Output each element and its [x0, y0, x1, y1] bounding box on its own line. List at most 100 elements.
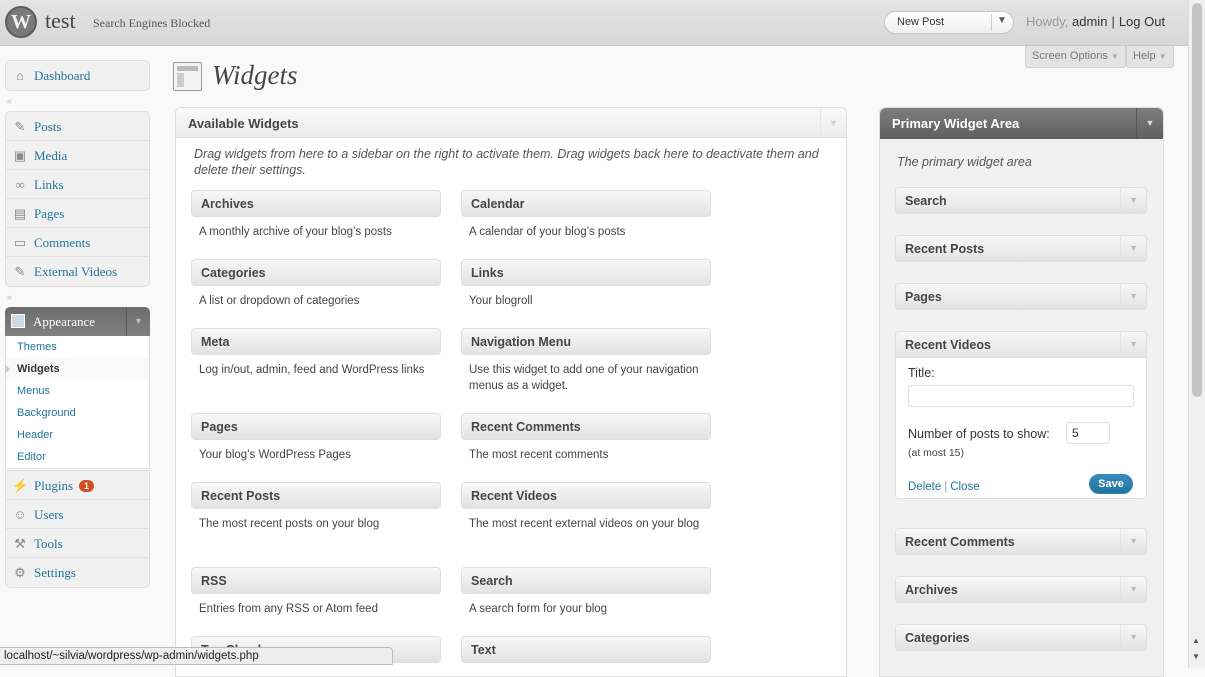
widget-title[interactable]: Recent Videos	[461, 482, 711, 509]
submenu-item-background[interactable]: Background	[6, 402, 149, 424]
widget-toggle-icon[interactable]: ▼	[1120, 188, 1146, 213]
widget-toggle-icon[interactable]: ▼	[1120, 332, 1146, 357]
widget-toggle-icon[interactable]: ▼	[1120, 284, 1146, 309]
site-title[interactable]: test	[45, 8, 76, 34]
submenu-toggle-icon[interactable]: ▼	[126, 307, 150, 336]
menu-item-appearance[interactable]: Appearance ▼	[5, 307, 150, 336]
widget-title[interactable]: Meta	[191, 328, 441, 355]
widget-meta[interactable]: Meta Log in/out, admin, feed and WordPre…	[191, 328, 441, 378]
scroll-down-arrow-icon[interactable]: ▼	[1192, 652, 1200, 661]
widget-description: Your blogroll	[469, 295, 533, 307]
menu-collapse-icon[interactable]: «	[7, 292, 12, 302]
delete-link[interactable]: Delete	[908, 481, 941, 493]
widget-title[interactable]: Archives	[191, 190, 441, 217]
widget-archives[interactable]: Archives A monthly archive of your blog’…	[191, 190, 441, 240]
widget-title[interactable]: Pages	[191, 413, 441, 440]
widget-title[interactable]: Calendar	[461, 190, 711, 217]
help-button[interactable]: Help ▼	[1126, 46, 1174, 68]
sidebar-widget-search[interactable]: Search ▼	[895, 187, 1147, 214]
screen-options-button[interactable]: Screen Options ▼	[1025, 46, 1126, 68]
widget-toggle-icon[interactable]: ▼	[1120, 577, 1146, 602]
menu-item-plugins[interactable]: ⚡ Plugins 1	[6, 471, 149, 500]
menu-item-links[interactable]: ∞ Links	[6, 170, 149, 199]
vertical-scrollbar[interactable]: ▲ ▼	[1188, 0, 1205, 668]
primary-widget-area-header[interactable]: Primary Widget Area ▼	[880, 108, 1163, 139]
menu-item-users[interactable]: ☺ Users	[6, 500, 149, 529]
scroll-up-arrow-icon[interactable]: ▲	[1192, 636, 1200, 645]
title-label: Title:	[908, 366, 935, 380]
logout-link[interactable]: Log Out	[1119, 14, 1165, 29]
widget-navigation-menu[interactable]: Navigation Menu Use this widget to add o…	[461, 328, 711, 394]
comment-bubble-icon: ▭	[13, 235, 27, 250]
widget-pages[interactable]: Pages Your blog’s WordPress Pages	[191, 413, 441, 463]
username-link[interactable]: admin	[1072, 14, 1107, 29]
sidebar-widget-categories[interactable]: Categories ▼	[895, 624, 1147, 651]
sidebar-widget-pages[interactable]: Pages ▼	[895, 283, 1147, 310]
widget-recent-comments[interactable]: Recent Comments The most recent comments	[461, 413, 711, 463]
menu-item-pages[interactable]: ▤ Pages	[6, 199, 149, 228]
admin-header: W test Search Engines Blocked New Post ▼…	[0, 0, 1188, 46]
menu-item-settings[interactable]: ⚙ Settings	[6, 558, 149, 587]
widget-calendar[interactable]: Calendar A calendar of your blog’s posts	[461, 190, 711, 240]
close-link[interactable]: Close	[950, 481, 979, 493]
menu-item-tools[interactable]: ⚒ Tools	[6, 529, 149, 558]
widget-title[interactable]: Navigation Menu	[461, 328, 711, 355]
appearance-submenu: Themes Widgets Menus Background Header E…	[5, 336, 150, 469]
chevron-down-icon[interactable]: ▼	[997, 15, 1007, 26]
scrollbar-thumb[interactable]	[1192, 3, 1202, 397]
new-post-link[interactable]: New Post	[897, 16, 944, 28]
widget-rss[interactable]: RSS Entries from any RSS or Atom feed	[191, 567, 441, 617]
widget-toggle-icon[interactable]: ▼	[1120, 625, 1146, 650]
sidebar-widget-recent-posts[interactable]: Recent Posts ▼	[895, 235, 1147, 262]
save-button[interactable]: Save	[1089, 474, 1133, 494]
widget-toggle-icon[interactable]: ▼	[1120, 529, 1146, 554]
submenu-item-editor[interactable]: Editor	[6, 446, 149, 468]
menu-item-comments[interactable]: ▭ Comments	[6, 228, 149, 257]
submenu-item-header[interactable]: Header	[6, 424, 149, 446]
widget-title[interactable]: Search	[461, 567, 711, 594]
menu-item-external-videos[interactable]: ✎ External Videos	[6, 257, 149, 286]
update-count-badge: 1	[79, 480, 95, 492]
sidebar-widget-recent-videos[interactable]: Recent Videos ▼	[895, 331, 1147, 358]
menu-item-media[interactable]: ▣ Media	[6, 141, 149, 170]
appearance-icon	[11, 314, 25, 328]
link-icon: ∞	[15, 177, 25, 192]
browser-status-bar: localhost/~silvia/wordpress/wp-admin/wid…	[0, 647, 393, 665]
widget-recent-videos[interactable]: Recent Videos The most recent external v…	[461, 482, 711, 532]
sidebar-widget-recent-comments[interactable]: Recent Comments ▼	[895, 528, 1147, 555]
widget-recent-posts[interactable]: Recent Posts The most recent posts on yo…	[191, 482, 441, 532]
submenu-item-menus[interactable]: Menus	[6, 380, 149, 402]
menu-item-dashboard[interactable]: ⌂ Dashboard	[6, 61, 149, 90]
menu-dashboard-group: ⌂ Dashboard	[5, 60, 150, 91]
privacy-notice[interactable]: Search Engines Blocked	[93, 16, 210, 31]
widget-title[interactable]: Text	[461, 636, 711, 663]
widget-toggle-icon[interactable]: ▼	[1120, 236, 1146, 261]
widget-title[interactable]: Recent Posts	[191, 482, 441, 509]
submenu-item-themes[interactable]: Themes	[6, 336, 149, 358]
wordpress-logo-icon[interactable]: W	[5, 6, 37, 38]
panel-toggle-icon[interactable]: ▼	[1136, 108, 1163, 139]
widget-search[interactable]: Search A search form for your blog	[461, 567, 711, 617]
submenu-item-widgets[interactable]: Widgets	[5, 358, 149, 380]
title-input[interactable]	[908, 385, 1134, 407]
sidebar-widget-archives[interactable]: Archives ▼	[895, 576, 1147, 603]
panel-toggle-icon[interactable]: ▼	[820, 108, 846, 138]
widget-title[interactable]: Categories	[191, 259, 441, 286]
widgets-icon	[173, 62, 202, 91]
widget-categories[interactable]: Categories A list or dropdown of categor…	[191, 259, 441, 309]
favorite-actions-dropdown[interactable]: New Post ▼	[884, 11, 1014, 34]
widget-description: The most recent external videos on your …	[469, 518, 700, 530]
widget-links[interactable]: Links Your blogroll	[461, 259, 711, 309]
available-widgets-header[interactable]: Available Widgets ▼	[176, 108, 846, 138]
dashboard-icon: ⌂	[16, 68, 24, 83]
number-of-posts-input[interactable]: 5	[1066, 422, 1110, 444]
widget-title[interactable]: Recent Comments	[461, 413, 711, 440]
menu-collapse-icon[interactable]: «	[7, 96, 12, 106]
menu-content-group: ✎ Posts ▣ Media ∞ Links ▤ Pages ▭ Comments ✎ E…	[5, 111, 150, 287]
widget-description: A list or dropdown of categories	[199, 295, 360, 307]
widget-title[interactable]: Links	[461, 259, 711, 286]
widget-description: A search form for your blog	[469, 603, 608, 615]
menu-item-posts[interactable]: ✎ Posts	[6, 112, 149, 141]
widget-text[interactable]: Text	[461, 636, 711, 663]
widget-title[interactable]: RSS	[191, 567, 441, 594]
